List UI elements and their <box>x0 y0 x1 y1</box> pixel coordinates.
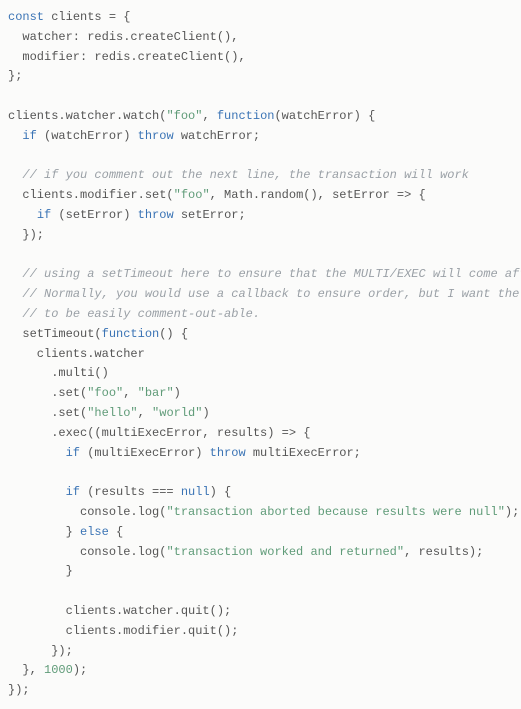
code-line: .multi() <box>8 366 109 380</box>
code-line: clients.watcher <box>8 347 145 361</box>
code-line: clients.watcher.quit(); <box>8 604 231 618</box>
code-line: }); <box>8 683 30 697</box>
code-line: }); <box>8 228 44 242</box>
code-line: }; <box>8 69 22 83</box>
code-line: const clients = { <box>8 10 130 24</box>
code-line: }, 1000); <box>8 663 87 677</box>
code-line: .exec((multiExecError, results) => { <box>8 426 310 440</box>
code-line: } <box>8 564 73 578</box>
code-line: modifier: redis.createClient(), <box>8 50 246 64</box>
code-line: // Normally, you would use a callback to… <box>8 287 521 301</box>
code-line: // if you comment out the next line, the… <box>8 168 469 182</box>
code-line: clients.watcher.watch("foo", function(wa… <box>8 109 375 123</box>
code-line: .set("hello", "world") <box>8 406 210 420</box>
code-line: // using a setTimeout here to ensure tha… <box>8 267 521 281</box>
code-line: }); <box>8 644 73 658</box>
code-line: if (multiExecError) throw multiExecError… <box>8 446 361 460</box>
code-line: setTimeout(function() { <box>8 327 188 341</box>
code-line: if (watchError) throw watchError; <box>8 129 260 143</box>
code-line: if (results === null) { <box>8 485 231 499</box>
code-line: if (setError) throw setError; <box>8 208 246 222</box>
code-line: console.log("transaction aborted because… <box>8 505 519 519</box>
code-block: const clients = { watcher: redis.createC… <box>8 8 513 701</box>
code-line: } else { <box>8 525 123 539</box>
code-line: .set("foo", "bar") <box>8 386 181 400</box>
code-line: console.log("transaction worked and retu… <box>8 545 483 559</box>
code-line: clients.modifier.set("foo", Math.random(… <box>8 188 426 202</box>
code-line: watcher: redis.createClient(), <box>8 30 238 44</box>
code-line: // to be easily comment-out-able. <box>8 307 260 321</box>
